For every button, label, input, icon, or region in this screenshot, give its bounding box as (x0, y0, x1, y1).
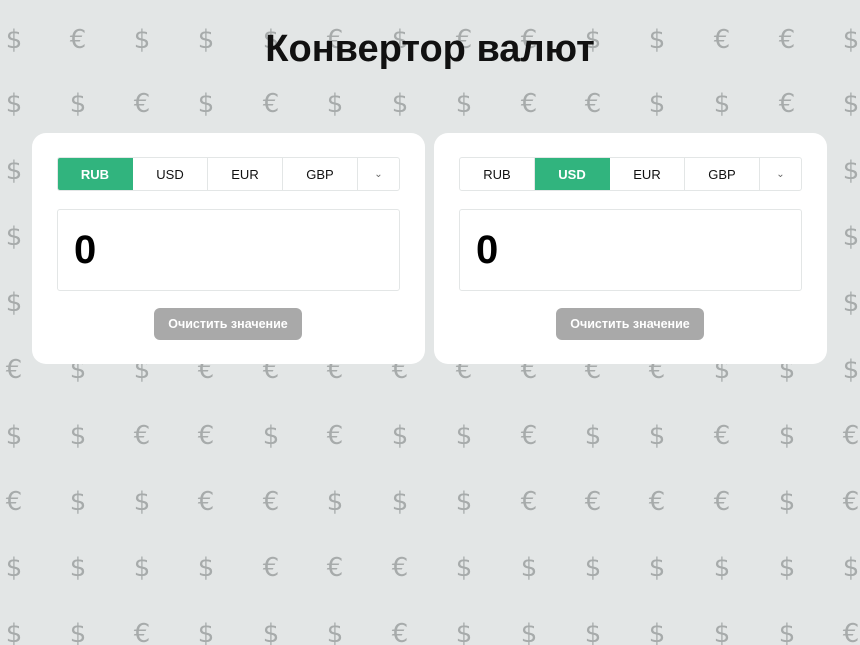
currency-glyph-icon: $ (5, 156, 23, 186)
currency-glyph-icon: $ (713, 553, 731, 583)
currency-glyph-icon: $ (842, 156, 860, 186)
currency-glyph-icon: $ (648, 89, 666, 119)
currency-glyph-icon: € (133, 421, 151, 451)
currency-glyph-icon: $ (5, 89, 23, 119)
currency-glyph-icon: $ (455, 487, 473, 517)
tab-usd[interactable]: USD (535, 158, 610, 190)
currency-glyph-icon: € (584, 487, 602, 517)
currency-glyph-icon: $ (5, 222, 23, 252)
currency-glyph-icon: $ (69, 89, 87, 119)
currency-glyph-icon: $ (455, 89, 473, 119)
currency-glyph-icon: € (133, 619, 151, 645)
converter-panel-from: RUB USD EUR GBP ⌄ 0 Очистить значение (32, 133, 425, 364)
currency-glyph-icon: $ (133, 553, 151, 583)
currency-glyph-icon: € (778, 89, 796, 119)
currency-glyph-icon: $ (778, 553, 796, 583)
currency-glyph-icon: $ (584, 619, 602, 645)
chevron-down-icon: ⌄ (776, 168, 785, 180)
currency-glyph-icon: $ (842, 288, 860, 318)
currency-glyph-icon: € (842, 487, 860, 517)
currency-glyph-icon: $ (778, 487, 796, 517)
currency-glyph-icon: $ (133, 487, 151, 517)
currency-glyph-icon: € (713, 487, 731, 517)
currency-glyph-icon: $ (391, 89, 409, 119)
tab-usd[interactable]: USD (133, 158, 208, 190)
currency-glyph-icon: $ (197, 553, 215, 583)
currency-glyph-icon: $ (69, 619, 87, 645)
currency-glyph-icon: € (520, 421, 538, 451)
tab-rub[interactable]: RUB (58, 158, 133, 190)
tab-gbp[interactable]: GBP (283, 158, 358, 190)
amount-input[interactable]: 0 (57, 209, 400, 291)
currency-glyph-icon: $ (69, 421, 87, 451)
currency-glyph-icon: $ (842, 89, 860, 119)
currency-glyph-icon: $ (842, 222, 860, 252)
currency-glyph-icon: € (133, 89, 151, 119)
currency-glyph-icon: $ (69, 553, 87, 583)
chevron-down-icon: ⌄ (374, 168, 383, 180)
tab-eur[interactable]: EUR (208, 158, 283, 190)
currency-glyph-icon: $ (648, 619, 666, 645)
currency-glyph-icon: € (262, 487, 280, 517)
currency-glyph-icon: $ (584, 421, 602, 451)
currency-glyph-icon: $ (5, 288, 23, 318)
currency-glyph-icon: € (842, 421, 860, 451)
currency-glyph-icon: $ (69, 487, 87, 517)
currency-glyph-icon: $ (842, 553, 860, 583)
currency-glyph-icon: $ (262, 421, 280, 451)
currency-tabs: RUB USD EUR GBP ⌄ (459, 157, 802, 191)
currency-glyph-icon: € (197, 487, 215, 517)
currency-tabs: RUB USD EUR GBP ⌄ (57, 157, 400, 191)
currency-glyph-icon: $ (778, 619, 796, 645)
currency-glyph-icon: $ (520, 619, 538, 645)
currency-glyph-icon: € (326, 421, 344, 451)
currency-glyph-icon: $ (5, 553, 23, 583)
currency-glyph-icon: $ (326, 89, 344, 119)
currency-glyph-icon: € (391, 619, 409, 645)
currency-glyph-icon: $ (262, 619, 280, 645)
currency-glyph-icon: € (842, 619, 860, 645)
currency-glyph-icon: $ (842, 355, 860, 385)
currency-glyph-icon: € (520, 89, 538, 119)
currency-glyph-icon: $ (584, 553, 602, 583)
currency-glyph-icon: $ (520, 553, 538, 583)
currency-glyph-icon: $ (5, 619, 23, 645)
currency-glyph-icon: $ (713, 619, 731, 645)
currency-glyph-icon: $ (197, 89, 215, 119)
currency-glyph-icon: € (391, 553, 409, 583)
clear-value-button[interactable]: Очистить значение (556, 308, 704, 340)
currency-glyph-icon: € (197, 421, 215, 451)
currency-glyph-icon: € (584, 89, 602, 119)
currency-glyph-icon: $ (778, 421, 796, 451)
more-currencies-dropdown[interactable]: ⌄ (358, 158, 399, 190)
currency-glyph-icon: $ (326, 487, 344, 517)
currency-glyph-icon: € (5, 355, 23, 385)
currency-glyph-icon: $ (455, 553, 473, 583)
page-title: Конвертор валют (265, 28, 595, 70)
currency-glyph-icon: $ (5, 421, 23, 451)
currency-glyph-icon: € (520, 487, 538, 517)
tab-rub[interactable]: RUB (460, 158, 535, 190)
currency-glyph-icon: $ (197, 619, 215, 645)
tab-eur[interactable]: EUR (610, 158, 685, 190)
clear-value-button[interactable]: Очистить значение (154, 308, 302, 340)
currency-glyph-icon: $ (326, 619, 344, 645)
currency-glyph-icon: € (262, 553, 280, 583)
currency-glyph-icon: $ (648, 553, 666, 583)
more-currencies-dropdown[interactable]: ⌄ (760, 158, 801, 190)
tab-gbp[interactable]: GBP (685, 158, 760, 190)
currency-glyph-icon: $ (455, 421, 473, 451)
currency-glyph-icon: € (5, 487, 23, 517)
converter-panel-to: RUB USD EUR GBP ⌄ 0 Очистить значение (434, 133, 827, 364)
currency-glyph-icon: € (326, 553, 344, 583)
currency-glyph-icon: $ (455, 619, 473, 645)
currency-glyph-icon: $ (713, 89, 731, 119)
amount-input[interactable]: 0 (459, 209, 802, 291)
currency-glyph-icon: € (713, 421, 731, 451)
currency-glyph-icon: € (262, 89, 280, 119)
currency-glyph-icon: $ (648, 421, 666, 451)
currency-glyph-icon: $ (391, 487, 409, 517)
currency-glyph-icon: $ (391, 421, 409, 451)
currency-glyph-icon: € (648, 487, 666, 517)
